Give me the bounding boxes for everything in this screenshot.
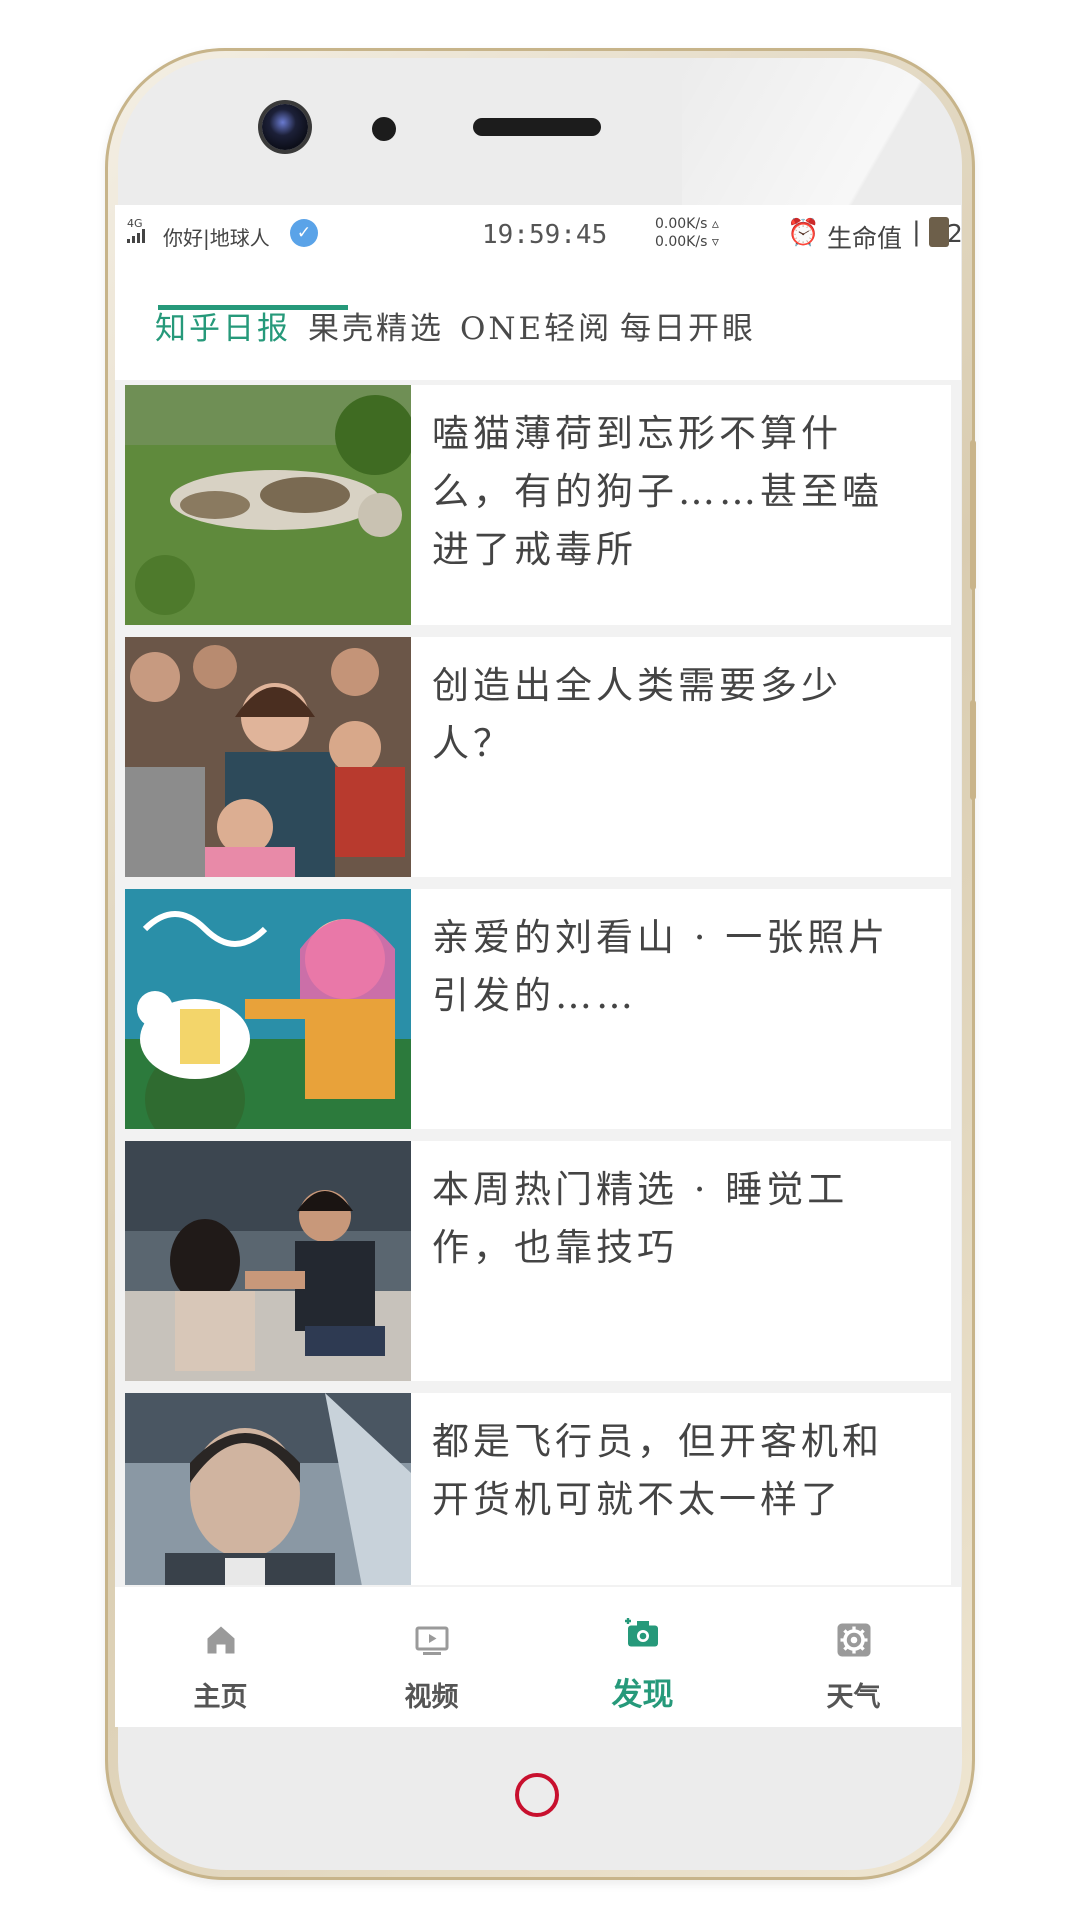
life-label: 生命值 xyxy=(827,224,903,253)
nav-home-label: 主页 xyxy=(193,1682,248,1713)
settings-icon xyxy=(837,1623,871,1657)
tab-one[interactable]: ONE轻阅 xyxy=(460,303,612,348)
app-screen: 4G 你好|地球人 ✓ 19:59:45 0.00K/s ▵ 0.00K/s ▿… xyxy=(115,205,961,1727)
nav-weather-label: 天气 xyxy=(826,1682,881,1713)
battery-icon xyxy=(929,217,949,247)
shield-icon: ✓ xyxy=(290,219,318,247)
volume-button xyxy=(970,440,976,590)
tab-eyepetizer[interactable]: 每日开眼 xyxy=(620,303,756,348)
illustration-photo xyxy=(125,889,411,1129)
bottom-navigation: 主页 视频 发现 天气 xyxy=(115,1587,961,1727)
nav-discover[interactable]: 发现 xyxy=(537,1587,748,1727)
earpiece-speaker xyxy=(473,118,601,136)
home-key[interactable] xyxy=(515,1773,559,1817)
net-up-speed: 0.00K/s xyxy=(655,216,708,232)
carrier-text: 你好|地球人 xyxy=(163,226,270,250)
couple-on-bed-photo xyxy=(125,1141,411,1381)
article-title: 都是飞行员，但开客机和开货机可就不太一样了 xyxy=(432,1420,883,1521)
divider: | xyxy=(912,217,921,247)
nav-discover-label: 发现 xyxy=(611,1677,674,1713)
nav-video[interactable]: 视频 xyxy=(326,1587,537,1727)
video-icon xyxy=(415,1626,449,1655)
tab-bar: 知乎日报 果壳精选 ONE轻阅 每日开眼 xyxy=(115,265,961,380)
alarm-icon: ⏰ xyxy=(787,218,820,248)
nav-video-label: 视频 xyxy=(404,1682,459,1713)
article-card[interactable]: 都是飞行员，但开客机和开货机可就不太一样了 xyxy=(125,1393,951,1585)
cat-on-grass-photo xyxy=(125,385,411,625)
home-icon xyxy=(207,1626,235,1654)
article-title: 亲爱的刘看山 · 一张照片引发的…… xyxy=(432,916,890,1017)
article-card[interactable]: 本周热门精选 · 睡觉工作，也靠技巧 xyxy=(125,1141,951,1381)
status-bar: 4G 你好|地球人 ✓ 19:59:45 0.00K/s ▵ 0.00K/s ▿… xyxy=(115,205,961,265)
front-camera xyxy=(262,104,308,150)
pilot-in-cockpit-photo xyxy=(125,1393,411,1585)
article-card[interactable]: 创造出全人类需要多少人？ xyxy=(125,637,951,877)
proximity-sensor xyxy=(372,117,396,141)
article-list: 嗑猫薄荷到忘形不算什么，有的狗子……甚至嗑进了戒毒所 创造出全人类需要多少人？ … xyxy=(125,385,951,1585)
article-card[interactable]: 嗑猫薄荷到忘形不算什么，有的狗子……甚至嗑进了戒毒所 xyxy=(125,385,951,625)
article-title: 嗑猫薄荷到忘形不算什么，有的狗子……甚至嗑进了戒毒所 xyxy=(432,412,883,571)
power-button xyxy=(970,700,976,800)
camera-icon xyxy=(625,1618,658,1647)
net-speed: 0.00K/s ▵ 0.00K/s ▿ xyxy=(655,216,719,250)
crowd-of-people-photo xyxy=(125,637,411,877)
clock: 19:59:45 xyxy=(482,220,608,250)
net-down-speed: 0.00K/s xyxy=(655,234,708,250)
article-title: 本周热门精选 · 睡觉工作，也靠技巧 xyxy=(432,1168,849,1269)
article-title: 创造出全人类需要多少人？ xyxy=(432,664,842,765)
nav-home[interactable]: 主页 xyxy=(115,1587,326,1727)
nav-weather[interactable]: 天气 xyxy=(748,1587,959,1727)
article-card[interactable]: 亲爱的刘看山 · 一张照片引发的…… xyxy=(125,889,951,1129)
active-tab-indicator xyxy=(158,305,348,310)
signal-icon: 4G xyxy=(127,218,147,245)
